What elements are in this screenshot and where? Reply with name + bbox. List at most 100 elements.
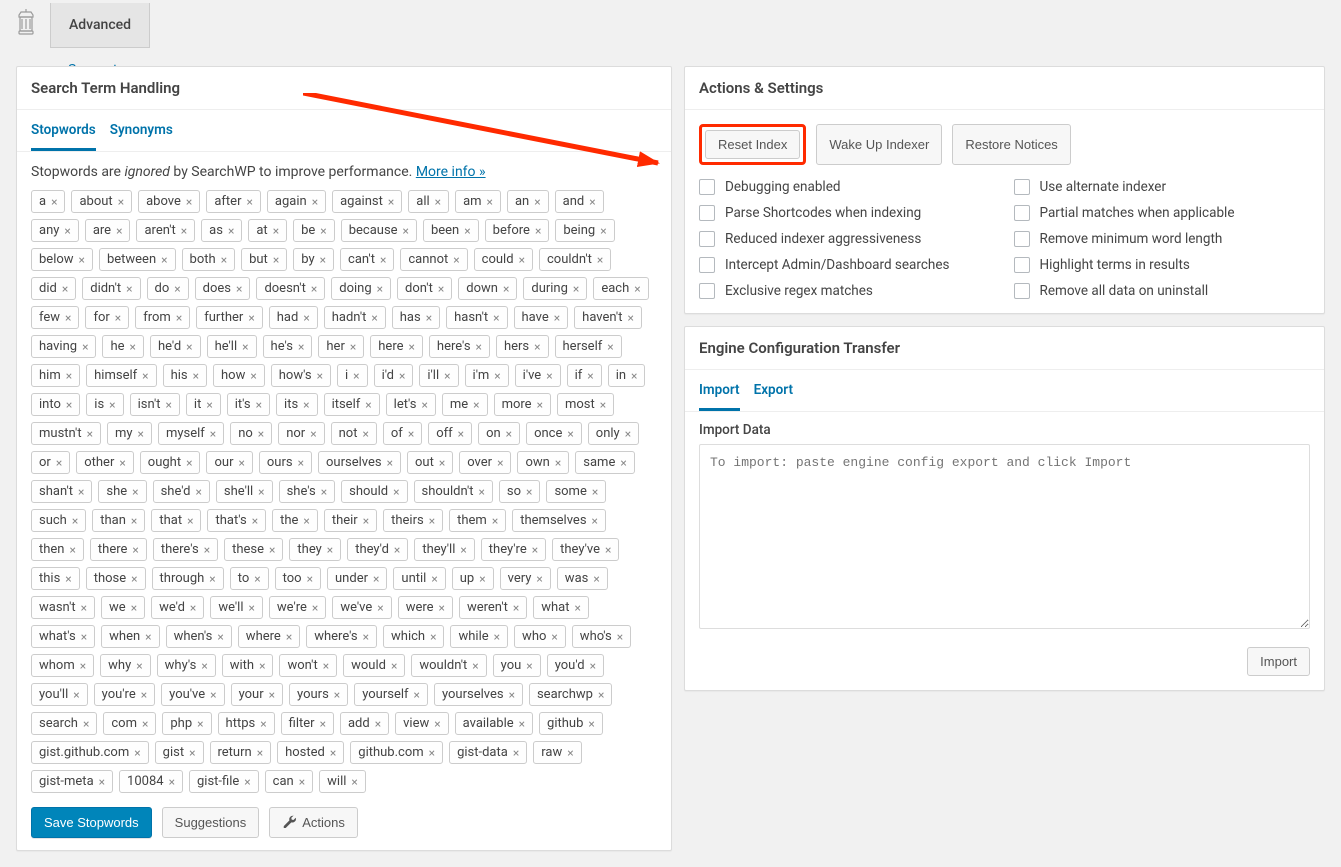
remove-tag-icon[interactable]: × [493, 312, 499, 324]
remove-tag-icon[interactable]: × [409, 341, 415, 353]
remove-tag-icon[interactable]: × [130, 341, 136, 353]
remove-tag-icon[interactable]: × [81, 602, 87, 614]
remove-tag-icon[interactable]: × [119, 457, 125, 469]
save-stopwords-button[interactable]: Save Stopwords [31, 807, 152, 838]
remove-tag-icon[interactable]: × [431, 573, 437, 585]
remove-tag-icon[interactable]: × [375, 718, 381, 730]
remove-tag-icon[interactable]: × [494, 370, 500, 382]
remove-tag-icon[interactable]: × [187, 515, 193, 527]
remove-tag-icon[interactable]: × [126, 283, 132, 295]
remove-tag-icon[interactable]: × [131, 515, 137, 527]
remove-tag-icon[interactable]: × [197, 718, 203, 730]
remove-tag-icon[interactable]: × [138, 428, 144, 440]
remove-tag-icon[interactable]: × [99, 776, 105, 788]
remove-tag-icon[interactable]: × [217, 631, 223, 643]
remove-tag-icon[interactable]: × [421, 399, 427, 411]
remove-tag-icon[interactable]: × [476, 341, 482, 353]
remove-tag-icon[interactable]: × [377, 283, 383, 295]
remove-tag-icon[interactable]: × [330, 747, 336, 759]
remove-tag-icon[interactable]: × [81, 631, 87, 643]
remove-tag-icon[interactable]: × [479, 486, 485, 498]
checkbox[interactable] [699, 179, 715, 195]
remove-tag-icon[interactable]: × [72, 515, 78, 527]
remove-tag-icon[interactable]: × [362, 428, 368, 440]
remove-tag-icon[interactable]: × [453, 254, 459, 266]
remove-tag-icon[interactable]: × [236, 283, 242, 295]
remove-tag-icon[interactable]: × [546, 370, 552, 382]
remove-tag-icon[interactable]: × [195, 486, 201, 498]
remove-tag-icon[interactable]: × [73, 689, 79, 701]
remove-tag-icon[interactable]: × [312, 196, 318, 208]
checkbox[interactable] [1014, 179, 1030, 195]
remove-tag-icon[interactable]: × [273, 254, 279, 266]
checkbox[interactable] [699, 205, 715, 221]
remove-tag-icon[interactable]: × [399, 370, 405, 382]
remove-tag-icon[interactable]: × [317, 370, 323, 382]
remove-tag-icon[interactable]: × [82, 341, 88, 353]
remove-tag-icon[interactable]: × [248, 602, 254, 614]
remove-tag-icon[interactable]: × [363, 515, 369, 527]
remove-tag-icon[interactable]: × [588, 718, 594, 730]
remove-tag-icon[interactable]: × [600, 399, 606, 411]
remove-tag-icon[interactable]: × [320, 225, 326, 237]
remove-tag-icon[interactable]: × [573, 283, 579, 295]
remove-tag-icon[interactable]: × [116, 225, 122, 237]
remove-tag-icon[interactable]: × [181, 225, 187, 237]
remove-tag-icon[interactable]: × [497, 457, 503, 469]
remove-tag-icon[interactable]: × [186, 341, 192, 353]
remove-tag-icon[interactable]: × [327, 544, 333, 556]
remove-tag-icon[interactable]: × [303, 399, 309, 411]
remove-tag-icon[interactable]: × [131, 602, 137, 614]
remove-tag-icon[interactable]: × [66, 399, 72, 411]
remove-tag-icon[interactable]: × [592, 486, 598, 498]
remove-tag-icon[interactable]: × [429, 747, 435, 759]
remove-tag-icon[interactable]: × [176, 312, 182, 324]
checkbox[interactable] [1014, 283, 1030, 299]
remove-tag-icon[interactable]: × [519, 254, 525, 266]
remove-tag-icon[interactable]: × [193, 370, 199, 382]
remove-tag-icon[interactable]: × [321, 486, 327, 498]
import-button[interactable]: Import [1247, 647, 1310, 676]
import-textarea[interactable] [699, 444, 1310, 629]
remove-tag-icon[interactable]: × [519, 718, 525, 730]
remove-tag-icon[interactable]: × [434, 718, 440, 730]
remove-tag-icon[interactable]: × [590, 660, 596, 672]
remove-tag-icon[interactable]: × [56, 457, 62, 469]
remove-tag-icon[interactable]: × [472, 660, 478, 672]
remove-tag-icon[interactable]: × [464, 225, 470, 237]
remove-tag-icon[interactable]: × [142, 370, 148, 382]
remove-tag-icon[interactable]: × [64, 225, 70, 237]
remove-tag-icon[interactable]: × [238, 457, 244, 469]
remove-tag-icon[interactable]: × [246, 196, 252, 208]
remove-tag-icon[interactable]: × [298, 457, 304, 469]
checkbox[interactable] [1014, 231, 1030, 247]
remove-tag-icon[interactable]: × [136, 660, 142, 672]
remove-tag-icon[interactable]: × [62, 283, 68, 295]
remove-tag-icon[interactable]: × [70, 544, 76, 556]
remove-tag-icon[interactable]: × [303, 515, 309, 527]
remove-tag-icon[interactable]: × [350, 341, 356, 353]
remove-tag-icon[interactable]: × [109, 399, 115, 411]
remove-tag-icon[interactable]: × [494, 631, 500, 643]
remove-tag-icon[interactable]: × [473, 399, 479, 411]
remove-tag-icon[interactable]: × [479, 573, 485, 585]
remove-tag-icon[interactable]: × [351, 776, 357, 788]
remove-tag-icon[interactable]: × [391, 660, 397, 672]
remove-tag-icon[interactable]: × [532, 544, 538, 556]
remove-tag-icon[interactable]: × [426, 312, 432, 324]
remove-tag-icon[interactable]: × [115, 312, 121, 324]
more-info-link[interactable]: More info » [416, 164, 486, 180]
remove-tag-icon[interactable]: × [320, 254, 326, 266]
remove-tag-icon[interactable]: × [438, 283, 444, 295]
remove-tag-icon[interactable]: × [598, 689, 604, 701]
remove-tag-icon[interactable]: × [567, 428, 573, 440]
remove-tag-icon[interactable]: × [210, 689, 216, 701]
remove-tag-icon[interactable]: × [526, 660, 532, 672]
remove-tag-icon[interactable]: × [536, 573, 542, 585]
remove-tag-icon[interactable]: × [620, 457, 626, 469]
remove-tag-icon[interactable]: × [244, 776, 250, 788]
actions-dropdown-button[interactable]: Actions [269, 807, 358, 838]
engine-tab-import[interactable]: Import [699, 376, 740, 411]
restore-notices-button[interactable]: Restore Notices [952, 124, 1070, 165]
remove-tag-icon[interactable]: × [555, 457, 561, 469]
